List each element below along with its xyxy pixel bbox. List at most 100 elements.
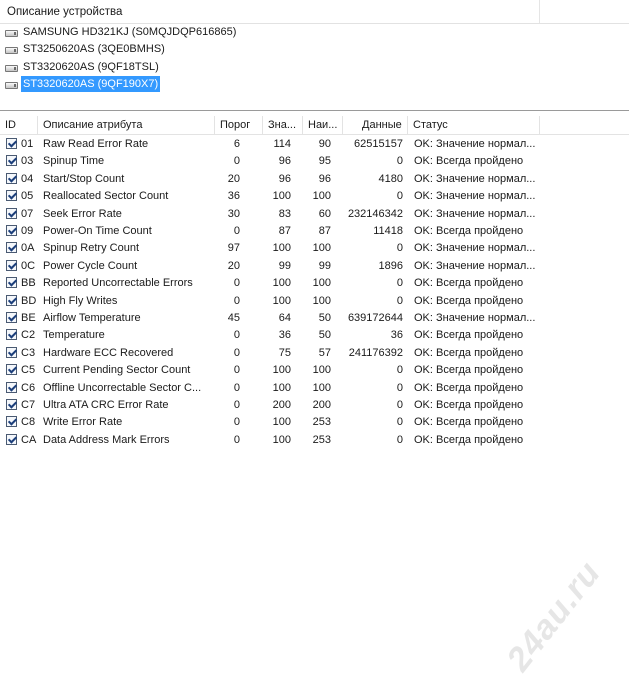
cell-worst: 100 [312, 382, 331, 394]
cell-status: OK: Всегда пройдено [414, 225, 524, 237]
cell-threshold: 6 [233, 138, 240, 150]
table-row[interactable]: 04 Start/Stop Count 20 96 96 4180 OK: Значение… [0, 171, 629, 188]
cell-name: Seek Error Rate [43, 208, 122, 220]
row-checkbox[interactable] [6, 155, 17, 166]
table-row[interactable]: C8 Write Error Rate 0 100 253 0 OK: Всегда про… [0, 414, 629, 431]
cell-raw: 0 [396, 399, 403, 411]
row-checkbox[interactable] [6, 225, 17, 236]
cell-value: 36 [278, 329, 291, 341]
cell-value: 100 [272, 242, 291, 254]
column-header-worst[interactable]: Наи... [303, 116, 343, 134]
table-row[interactable]: BB Reported Uncorrectable Errors 0 100 100 0 O… [0, 275, 629, 292]
row-checkbox[interactable] [6, 399, 17, 410]
column-header-threshold[interactable]: Порог [215, 116, 263, 134]
row-checkbox[interactable] [6, 347, 17, 358]
cell-value: 83 [278, 208, 291, 220]
cell-value: 96 [278, 173, 291, 185]
cell-status: OK: Всегда пройдено [414, 364, 524, 376]
cell-id: C7 [21, 399, 36, 411]
column-header-value[interactable]: Зна... [263, 116, 303, 134]
column-header-id[interactable]: ID [0, 116, 38, 134]
cell-status: OK: Значение нормал... [414, 173, 536, 185]
table-row[interactable]: BD High Fly Writes 0 100 100 0 OK: Всегда прой… [0, 293, 629, 310]
row-checkbox[interactable] [6, 434, 17, 445]
row-checkbox[interactable] [6, 260, 17, 271]
cell-value: 87 [278, 225, 291, 237]
cell-raw: 0 [396, 364, 403, 376]
device-column-header[interactable]: Описание устройства [0, 0, 540, 23]
smart-window: Описание устройства SAMSUNG HD321KJ (S0M… [0, 0, 629, 678]
cell-status: OK: Значение нормал... [414, 190, 536, 202]
table-row[interactable]: CA Data Address Mark Errors 0 100 253 0 OK: Вс… [0, 432, 629, 449]
device-item[interactable]: ST3320620AS (9QF18TSL) [5, 59, 161, 75]
hard-drive-icon [5, 64, 18, 72]
cell-threshold: 0 [233, 382, 240, 394]
cell-id: BD [21, 295, 37, 307]
cell-threshold: 0 [233, 364, 240, 376]
cell-raw: 232146342 [347, 208, 403, 220]
cell-name: Start/Stop Count [43, 173, 125, 185]
row-checkbox[interactable] [6, 416, 17, 427]
cell-threshold: 0 [233, 434, 240, 446]
panel-splitter[interactable] [0, 110, 629, 111]
row-checkbox[interactable] [6, 138, 17, 149]
cell-worst: 100 [312, 277, 331, 289]
table-row[interactable]: 07 Seek Error Rate 30 83 60 232146342 OK: Знач… [0, 206, 629, 223]
cell-status: OK: Всегда пройдено [414, 295, 524, 307]
cell-worst: 50 [318, 329, 331, 341]
table-row[interactable]: C6 Offline Uncorrectable Sector C... 0 100 1… [0, 380, 629, 397]
row-checkbox[interactable] [6, 364, 17, 375]
table-row[interactable]: C5 Current Pending Sector Count 0 100 100 0 OK… [0, 362, 629, 379]
table-row[interactable]: 0C Power Cycle Count 20 99 99 1896 OK: Значени… [0, 258, 629, 275]
column-header-status[interactable]: Статус [408, 116, 540, 134]
cell-threshold: 20 [227, 173, 240, 185]
cell-name: Hardware ECC Recovered [43, 347, 174, 359]
cell-threshold: 0 [233, 295, 240, 307]
table-row[interactable]: 0A Spinup Retry Count 97 100 100 0 OK: Значени… [0, 240, 629, 257]
table-row[interactable]: C7 Ultra ATA CRC Error Rate 0 200 200 0 OK: Вс… [0, 397, 629, 414]
column-header-name[interactable]: Описание атрибута [38, 116, 215, 134]
cell-worst: 100 [312, 364, 331, 376]
cell-id: C5 [21, 364, 36, 376]
device-list: SAMSUNG HD321KJ (S0MQJDQP616865) ST32506… [0, 24, 629, 104]
table-row[interactable]: 03 Spinup Time 0 96 95 0 OK: Всегда пройдено [0, 153, 629, 170]
cell-raw: 0 [396, 277, 403, 289]
cell-worst: 253 [312, 434, 331, 446]
cell-id: 07 [21, 208, 34, 220]
row-checkbox[interactable] [6, 208, 17, 219]
cell-threshold: 0 [233, 347, 240, 359]
device-item-selected[interactable]: ST3320620AS (9QF190X7) [5, 76, 161, 92]
cell-name: Write Error Rate [43, 416, 123, 428]
table-row[interactable]: 01 Raw Read Error Rate 6 114 90 62515157 OK: З… [0, 136, 629, 153]
cell-name: Power Cycle Count [43, 260, 138, 272]
cell-raw: 11418 [373, 225, 403, 237]
cell-raw: 0 [396, 190, 403, 202]
cell-worst: 200 [312, 399, 331, 411]
row-checkbox[interactable] [6, 295, 17, 306]
table-row[interactable]: 09 Power-On Time Count 0 87 87 11418 OK: Всегд… [0, 223, 629, 240]
table-row[interactable]: C3 Hardware ECC Recovered 0 75 57 241176392 OK… [0, 345, 629, 362]
row-checkbox[interactable] [6, 329, 17, 340]
cell-threshold: 36 [227, 190, 240, 202]
row-checkbox[interactable] [6, 312, 17, 323]
column-header-raw[interactable]: Данные [343, 116, 408, 134]
row-checkbox[interactable] [6, 242, 17, 253]
device-item[interactable]: ST3250620AS (3QE0BMHS) [5, 41, 167, 57]
cell-value: 100 [272, 434, 291, 446]
cell-id: C3 [21, 347, 36, 359]
table-row[interactable]: BE Airflow Temperature 45 64 50 639172644 OK: … [0, 310, 629, 327]
row-checkbox[interactable] [6, 382, 17, 393]
cell-id: 0A [21, 242, 35, 254]
cell-worst: 100 [312, 190, 331, 202]
cell-name: Offline Uncorrectable Sector C... [43, 382, 202, 394]
row-checkbox[interactable] [6, 277, 17, 288]
table-row[interactable]: 05 Reallocated Sector Count 36 100 100 0 OK: З… [0, 188, 629, 205]
cell-raw: 1896 [378, 260, 403, 272]
cell-id: CA [21, 434, 37, 446]
device-item[interactable]: SAMSUNG HD321KJ (S0MQJDQP616865) [5, 24, 238, 40]
row-checkbox[interactable] [6, 173, 17, 184]
row-checkbox[interactable] [6, 190, 17, 201]
cell-raw: 639172644 [347, 312, 403, 324]
table-row[interactable]: C2 Temperature 0 36 50 36 OK: Всегда пройдено [0, 327, 629, 344]
cell-status: OK: Всегда пройдено [414, 347, 524, 359]
